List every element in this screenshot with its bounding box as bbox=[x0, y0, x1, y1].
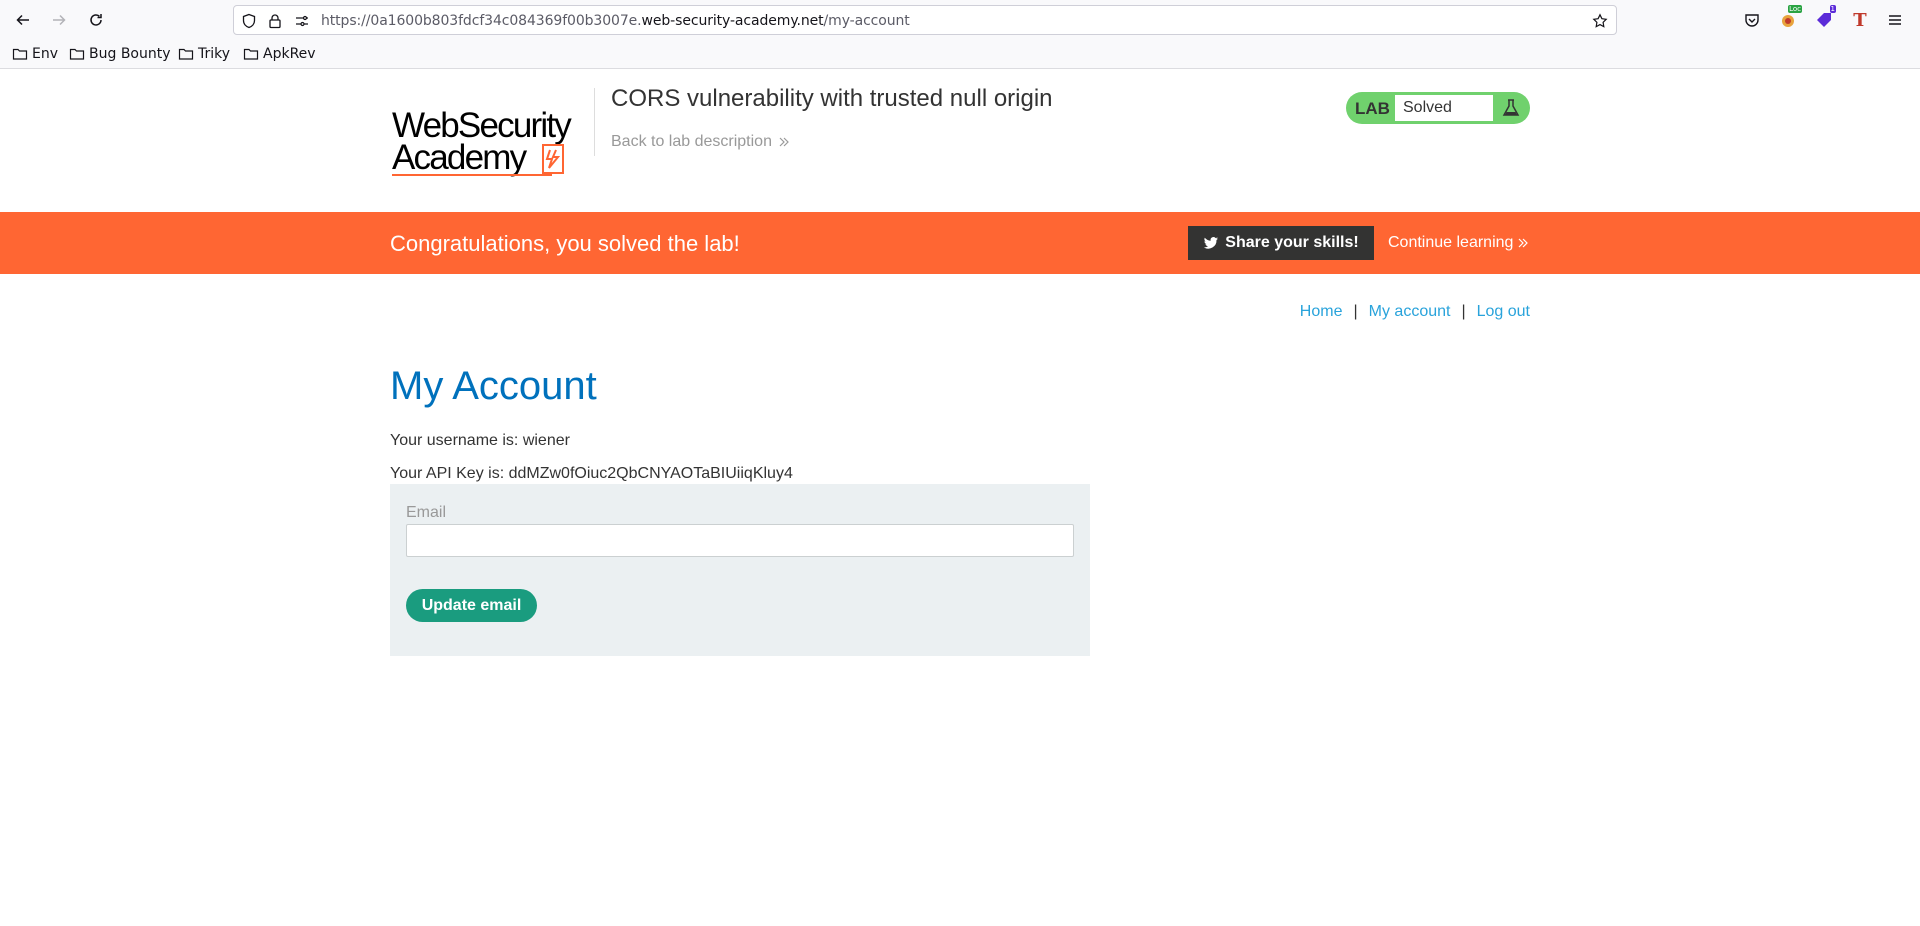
nav-log-out-link[interactable]: Log out bbox=[1477, 303, 1530, 320]
reload-button[interactable] bbox=[84, 8, 108, 32]
bookmark-folder-triky[interactable]: Triky bbox=[178, 46, 230, 62]
nav-home-link[interactable]: Home bbox=[1300, 303, 1343, 320]
bookmarks-bar: Env Bug Bounty Triky ApkRev bbox=[0, 40, 1920, 69]
bookmark-label: Env bbox=[32, 46, 59, 62]
continue-link-label: Continue learning bbox=[1388, 234, 1514, 251]
extension-tag-button[interactable]: 1 bbox=[1812, 5, 1836, 32]
extension-tag-icon bbox=[1817, 13, 1831, 27]
page-title: My Account bbox=[390, 364, 597, 408]
extension-loc-icon bbox=[1782, 15, 1794, 27]
banner-message: Congratulations, you solved the lab! bbox=[390, 231, 740, 256]
email-label: Email bbox=[406, 504, 447, 521]
arrow-right-icon bbox=[53, 14, 66, 26]
url-prefix: https://0a1600b803fdcf34c084369f00b3007e… bbox=[321, 13, 642, 29]
back-button[interactable] bbox=[11, 8, 35, 32]
nav-my-account-link[interactable]: My account bbox=[1369, 303, 1451, 320]
bookmark-label: Bug Bounty bbox=[89, 46, 171, 62]
logo-underline bbox=[392, 174, 552, 176]
forward-button[interactable] bbox=[47, 8, 71, 32]
url-path: /my-account bbox=[823, 13, 910, 29]
account-nav: Home | My account | Log out bbox=[1300, 303, 1530, 321]
bookmark-label: Triky bbox=[198, 46, 231, 62]
logo-bolt-icon bbox=[542, 144, 564, 174]
bookmark-label: ApkRev bbox=[263, 46, 316, 62]
url-bar[interactable]: https://0a1600b803fdcf34c084369f00b3007e… bbox=[233, 5, 1617, 35]
folder-icon bbox=[178, 48, 194, 60]
url-domain: web-security-academy.net bbox=[641, 13, 824, 29]
extension-t-button[interactable]: T bbox=[1848, 8, 1872, 32]
lab-status-value: Solved bbox=[1403, 99, 1452, 116]
menu-button[interactable] bbox=[1883, 8, 1907, 32]
bookmark-folder-apkrev[interactable]: ApkRev bbox=[243, 46, 316, 62]
pocket-button[interactable] bbox=[1740, 8, 1764, 32]
bookmark-folder-bug-bounty[interactable]: Bug Bounty bbox=[69, 46, 171, 62]
flask-icon bbox=[1502, 99, 1520, 116]
pocket-icon bbox=[1745, 14, 1759, 27]
change-email-form: Email Update email bbox=[390, 484, 1090, 656]
update-email-button[interactable]: Update email bbox=[406, 589, 537, 622]
folder-icon bbox=[69, 48, 85, 60]
hamburger-menu-icon bbox=[1889, 15, 1901, 25]
page-content: WebSecurity Academy CORS vulnerability w… bbox=[0, 70, 1920, 926]
extension-count-badge: 1 bbox=[1829, 5, 1836, 13]
url-text: https://0a1600b803fdcf34c084369f00b3007e… bbox=[321, 13, 910, 29]
continue-learning-link[interactable]: Continue learning bbox=[1388, 234, 1529, 252]
academy-logo[interactable]: WebSecurity Academy bbox=[390, 88, 590, 178]
extension-loc-badge: Loc bbox=[1788, 5, 1802, 13]
email-field[interactable] bbox=[406, 524, 1074, 557]
folder-icon bbox=[12, 48, 28, 60]
back-to-lab-description-link[interactable]: Back to lab description bbox=[611, 133, 790, 151]
extension-t-icon: T bbox=[1853, 9, 1867, 31]
reload-icon bbox=[90, 14, 102, 26]
star-icon[interactable] bbox=[1592, 13, 1608, 29]
lab-status-widget: LAB Solved bbox=[1346, 92, 1530, 124]
header-divider bbox=[594, 88, 595, 156]
lock-icon[interactable] bbox=[267, 13, 283, 29]
bookmark-folder-env[interactable]: Env bbox=[12, 46, 58, 62]
shield-icon[interactable] bbox=[241, 13, 257, 29]
twitter-icon bbox=[1204, 237, 1219, 249]
back-link-label: Back to lab description bbox=[611, 133, 772, 150]
share-button-label: Share your skills! bbox=[1225, 234, 1359, 251]
lab-title: CORS vulnerability with trusted null ori… bbox=[611, 85, 1053, 112]
api-key-line: Your API Key is: ddMZw0fOiuc2QbCNYAOTaBI… bbox=[390, 465, 793, 482]
double-chevron-right-icon bbox=[779, 137, 789, 147]
username-line: Your username is: wiener bbox=[390, 432, 570, 449]
nav-separator: | bbox=[1461, 303, 1466, 320]
browser-toolbar: https://0a1600b803fdcf34c084369f00b3007e… bbox=[0, 0, 1920, 40]
arrow-left-icon bbox=[16, 14, 29, 26]
logo-line2: Academy bbox=[392, 138, 527, 177]
permissions-icon[interactable] bbox=[294, 13, 310, 29]
lab-label: LAB bbox=[1355, 99, 1390, 118]
solved-banner: Congratulations, you solved the lab! Sha… bbox=[0, 212, 1920, 274]
double-chevron-right-icon bbox=[1518, 238, 1529, 248]
extension-loc-button[interactable]: Loc bbox=[1776, 5, 1802, 32]
folder-icon bbox=[243, 48, 259, 60]
share-skills-button[interactable]: Share your skills! bbox=[1188, 226, 1374, 260]
nav-separator: | bbox=[1353, 303, 1358, 320]
